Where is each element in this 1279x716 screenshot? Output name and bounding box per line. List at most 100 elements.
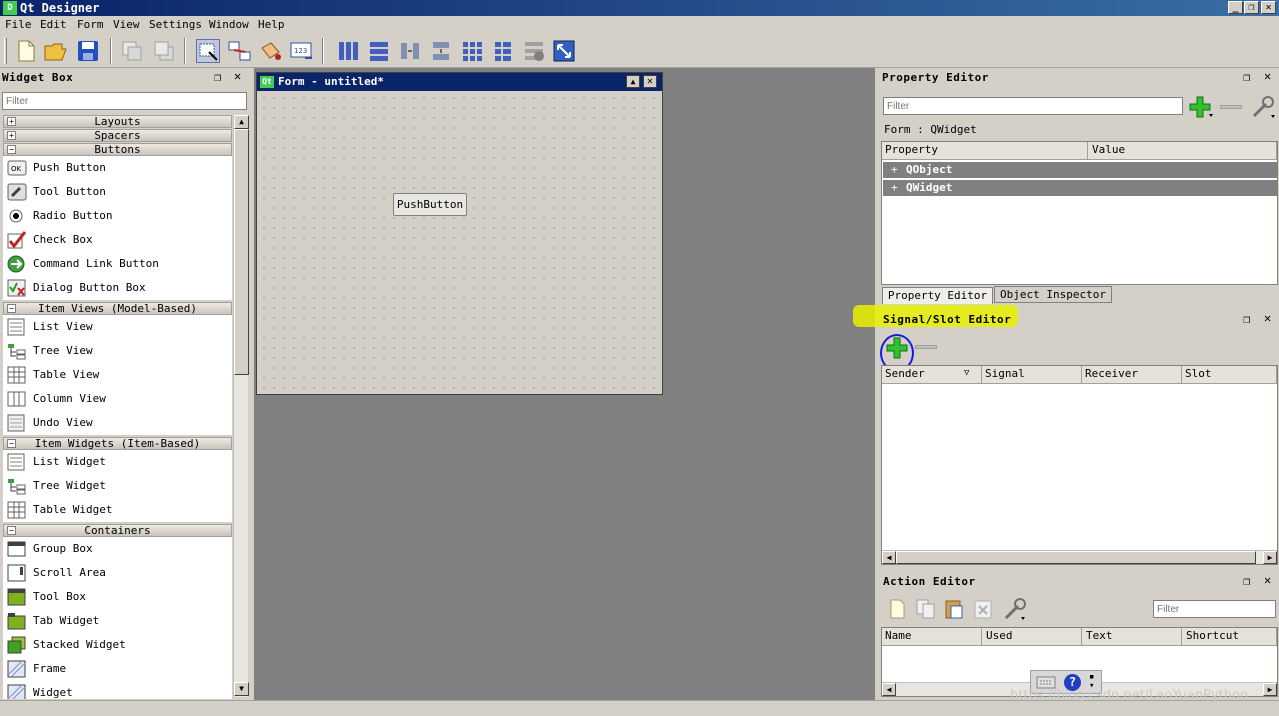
push-button[interactable]: PushButton <box>393 193 467 216</box>
float-icon[interactable]: ❐ <box>1243 70 1250 84</box>
widget-tool-box[interactable]: Tool Box <box>3 585 232 609</box>
form-window[interactable]: Qt Form - untitled* ▲ ✕ PushButton <box>256 72 663 395</box>
maximize-icon[interactable]: ▲ <box>626 75 640 88</box>
scroll-right-icon[interactable]: ▶ <box>1263 683 1277 696</box>
widget-tab-widget[interactable]: Tab Widget <box>3 609 232 633</box>
tab-object-inspector[interactable]: Object Inspector <box>994 286 1112 303</box>
receiver-column-header[interactable]: Receiver <box>1082 366 1182 384</box>
break-layout-icon[interactable] <box>522 39 546 63</box>
new-action-icon[interactable] <box>888 598 908 620</box>
float-icon[interactable]: ❐ <box>1243 312 1250 326</box>
open-folder-icon[interactable] <box>44 39 68 63</box>
edit-buddies-icon[interactable] <box>259 39 283 63</box>
widget-push-button[interactable]: OK Push Button <box>3 156 232 180</box>
widget-check-box[interactable]: Check Box <box>3 228 232 252</box>
widget-table-view[interactable]: Table View <box>3 363 232 387</box>
close-icon[interactable]: ✕ <box>1264 69 1271 83</box>
save-icon[interactable] <box>76 39 100 63</box>
shortcut-column-header[interactable]: Shortcut <box>1182 628 1277 646</box>
adjust-size-icon[interactable] <box>552 39 576 63</box>
scroll-down-icon[interactable]: ▼ <box>234 682 249 696</box>
name-column-header[interactable]: Name <box>882 628 982 646</box>
menu-help[interactable]: Help <box>258 18 285 32</box>
widget-tool-button[interactable]: Tool Button <box>3 180 232 204</box>
scroll-right-icon[interactable]: ▶ <box>1263 551 1277 564</box>
horizontal-scrollbar[interactable]: ◀ ▶ <box>882 550 1277 564</box>
sender-column-header[interactable]: Sender ▽ <box>882 366 982 384</box>
menu-form[interactable]: Form <box>77 18 104 32</box>
category-buttons[interactable]: − Buttons <box>3 143 232 156</box>
category-spacers[interactable]: + Spacers <box>3 129 232 142</box>
remove-connection-icon[interactable] <box>915 345 937 349</box>
widget-list-view[interactable]: List View <box>3 315 232 339</box>
layout-h-splitter-icon[interactable] <box>398 39 422 63</box>
toolbar-grip[interactable] <box>4 38 7 64</box>
minimize-button[interactable]: _ <box>1228 1 1243 14</box>
scroll-left-icon[interactable]: ◀ <box>882 551 896 564</box>
widget-scroll-area[interactable]: Scroll Area <box>3 561 232 585</box>
edit-widgets-icon[interactable] <box>196 39 220 63</box>
property-group-qwidget[interactable]: + QWidget <box>883 180 1278 196</box>
float-icon[interactable]: ❐ <box>214 70 221 84</box>
layout-vertical-icon[interactable] <box>367 39 391 63</box>
new-file-icon[interactable] <box>14 39 38 63</box>
widget-group-box[interactable]: Group Box <box>3 537 232 561</box>
property-column-header[interactable]: Property <box>882 142 1088 160</box>
layout-v-splitter-icon[interactable] <box>429 39 453 63</box>
menu-settings[interactable]: Settings <box>149 18 202 32</box>
close-icon[interactable]: ✕ <box>234 69 241 83</box>
category-containers[interactable]: − Containers <box>3 524 232 537</box>
widget-dialog-button-box[interactable]: Dialog Button Box <box>3 276 232 300</box>
menu-edit[interactable]: Edit <box>40 18 67 32</box>
widget-list-widget[interactable]: List Widget <box>3 450 232 474</box>
text-column-header[interactable]: Text <box>1082 628 1182 646</box>
used-column-header[interactable]: Used <box>982 628 1082 646</box>
add-connection-icon[interactable] <box>886 337 908 359</box>
property-filter-input[interactable] <box>883 97 1183 115</box>
close-icon[interactable]: ✕ <box>1264 573 1271 587</box>
widget-widget[interactable]: Widget <box>3 681 232 699</box>
widget-table-widget[interactable]: Table Widget <box>3 498 232 522</box>
close-icon[interactable]: ✕ <box>1264 311 1271 325</box>
remove-property-icon[interactable] <box>1220 105 1242 109</box>
close-icon[interactable]: ✕ <box>643 75 657 88</box>
widget-stacked-widget[interactable]: Stacked Widget <box>3 633 232 657</box>
widget-box-scrollbar[interactable]: ▲ ▼ <box>233 115 249 697</box>
slot-column-header[interactable]: Slot <box>1182 366 1277 384</box>
property-group-qobject[interactable]: + QObject <box>883 162 1278 178</box>
form-canvas[interactable]: PushButton <box>259 93 660 393</box>
scroll-thumb[interactable] <box>896 551 1256 564</box>
edit-tab-order-icon[interactable]: 123 <box>290 39 314 63</box>
widget-tree-widget[interactable]: Tree Widget <box>3 474 232 498</box>
category-layouts[interactable]: + Layouts <box>3 115 232 128</box>
layout-horizontal-icon[interactable] <box>336 39 360 63</box>
send-to-back-icon[interactable] <box>120 39 144 63</box>
category-item-views[interactable]: − Item Views (Model-Based) <box>3 302 232 315</box>
restore-button[interactable]: ❐ <box>1244 1 1259 14</box>
configure-wrench-icon[interactable] <box>1002 596 1028 622</box>
menu-view[interactable]: View <box>113 18 140 32</box>
action-filter-input[interactable] <box>1153 600 1276 618</box>
widget-column-view[interactable]: Column View <box>3 387 232 411</box>
scroll-left-icon[interactable]: ◀ <box>882 683 896 696</box>
scroll-up-icon[interactable]: ▲ <box>234 115 249 129</box>
form-titlebar[interactable]: Qt Form - untitled* ▲ ✕ <box>257 73 662 91</box>
edit-signals-slots-icon[interactable] <box>228 39 252 63</box>
menu-window[interactable]: Window <box>209 18 249 32</box>
copy-action-icon[interactable] <box>915 598 937 620</box>
widget-frame[interactable]: Frame <box>3 657 232 681</box>
layout-grid-icon[interactable] <box>460 39 484 63</box>
float-icon[interactable]: ❐ <box>1243 574 1250 588</box>
add-dynamic-property-icon[interactable] <box>1188 95 1214 119</box>
value-column-header[interactable]: Value <box>1088 142 1277 160</box>
widget-filter-input[interactable] <box>2 92 247 110</box>
scroll-thumb[interactable] <box>234 129 249 375</box>
signal-column-header[interactable]: Signal <box>982 366 1082 384</box>
widget-undo-view[interactable]: Undo View <box>3 411 232 435</box>
widget-radio-button[interactable]: Radio Button <box>3 204 232 228</box>
paste-action-icon[interactable] <box>943 598 965 620</box>
widget-command-link-button[interactable]: Command Link Button <box>3 252 232 276</box>
bring-to-front-icon[interactable] <box>152 39 176 63</box>
layout-form-icon[interactable] <box>491 39 515 63</box>
category-item-widgets[interactable]: − Item Widgets (Item-Based) <box>3 437 232 450</box>
